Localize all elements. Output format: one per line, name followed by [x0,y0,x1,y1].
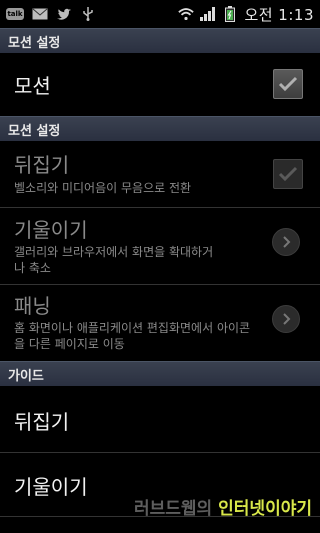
section-header-motion-settings: 모션 설정 [0,28,320,53]
check-icon [278,76,298,92]
guide-item-flip[interactable]: 뒤집기 [0,386,320,452]
motion-title: 모션 [14,74,51,98]
flip-title: 뒤집기 [14,153,70,177]
pan-title: 패닝 [14,294,51,318]
pan-subtitle: 홈 화면이나 애플리케이션 편집화면에서 아이콘을 다른 페이지로 이동 [14,321,251,351]
watermark: 러브드웹의 인터넷이야기 [134,494,312,519]
flip-subtitle: 벨소리와 미디어음이 무음으로 전환 [14,181,192,195]
battery-icon [222,6,238,22]
guide-item-label: 기울이기 [14,475,88,499]
watermark-part1: 러브드웹의 [133,499,213,519]
flip-row[interactable]: 뒤집기 벨소리와 미디어음이 무음으로 전환 [0,141,320,207]
wifi-icon [178,7,195,21]
pan-row[interactable]: 패닝 홈 화면이나 애플리케이션 편집화면에서 아이콘을 다른 페이지로 이동 [0,285,320,361]
check-icon [278,166,298,182]
watermark-part2: 인터넷이야기 [218,499,312,519]
status-time: 오전 1:13 [244,5,314,24]
tilt-title: 기울이기 [14,218,88,242]
section-header-label: 모션 설정 [8,123,61,139]
chevron-right-icon [283,236,291,248]
usb-icon [80,7,96,21]
talk-icon: talk [6,8,24,20]
motion-checkbox[interactable] [273,69,303,99]
twitter-icon [56,7,72,21]
guide-item-label: 뒤집기 [14,410,70,434]
motion-toggle-row[interactable]: 모션 [0,53,320,115]
chevron-right-icon [283,313,291,325]
pan-detail-button[interactable] [272,305,300,333]
signal-icon [200,7,216,21]
section-header-label: 가이드 [8,368,44,384]
flip-checkbox[interactable] [273,159,303,189]
mail-icon [32,7,48,21]
status-bar: talk 오전 1:13 [0,0,320,28]
section-header-motion-settings-2: 모션 설정 [0,116,320,141]
section-header-guide: 가이드 [0,361,320,386]
tilt-detail-button[interactable] [272,228,300,256]
tilt-row[interactable]: 기울이기 갤러리와 브라우저에서 화면을 확대하거나 축소 [0,208,320,284]
section-header-label: 모션 설정 [8,35,61,51]
tilt-subtitle: 갤러리와 브라우저에서 화면을 확대하거나 축소 [14,245,214,275]
